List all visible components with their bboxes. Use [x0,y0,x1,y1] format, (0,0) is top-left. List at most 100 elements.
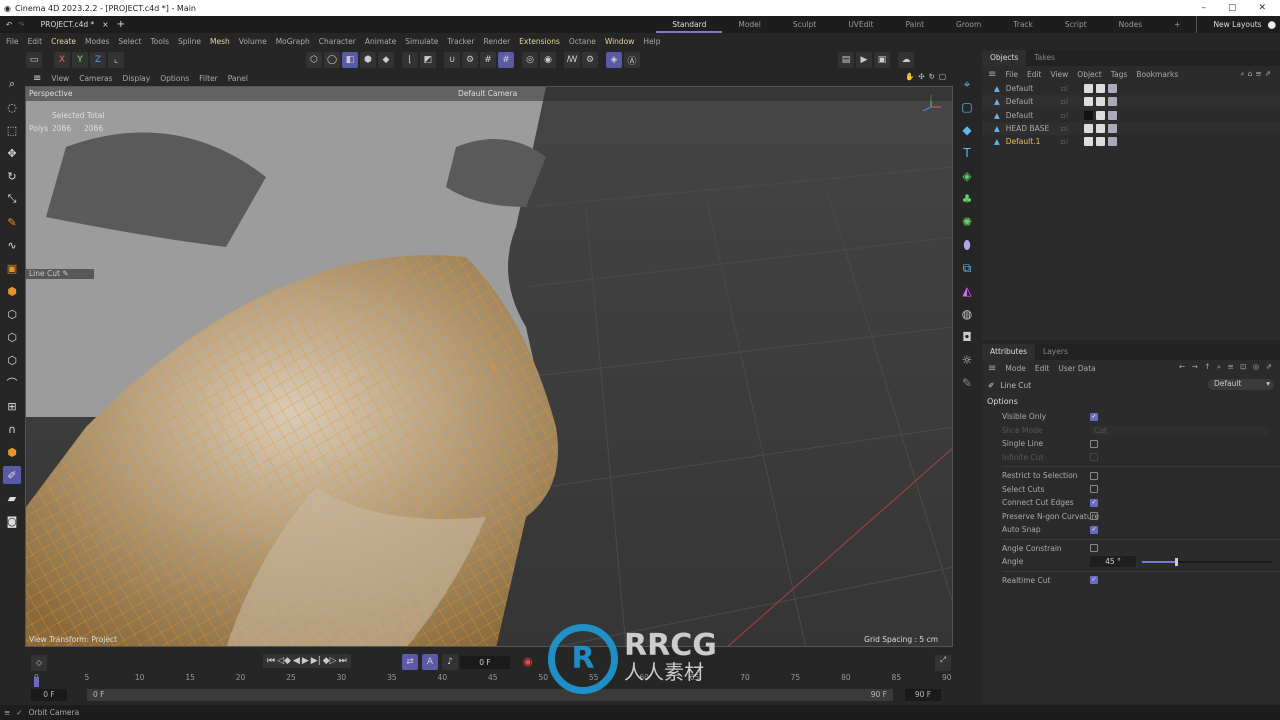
visibility-toggle[interactable]: ▫⁝ [1061,97,1068,106]
keyframe-icon[interactable]: ◇ [31,655,47,671]
objects-menu-view[interactable]: View [1050,70,1068,79]
spline-pen-icon[interactable]: ▢ [958,98,976,116]
tab-takes[interactable]: Takes [1026,50,1063,66]
uv-mode-icon[interactable]: ◆ [378,52,394,68]
light-icon[interactable]: ☼ [958,351,976,369]
next-frame-icon[interactable]: ▶| [311,656,321,666]
coordinate-system-button[interactable]: ⌞ [108,52,124,68]
menu-octane[interactable]: Octane [569,37,596,46]
connect-cut-edges-checkbox[interactable]: ✓ [1090,498,1098,507]
phong-tag-icon[interactable] [1108,84,1117,94]
menu-select[interactable]: Select [118,37,141,46]
close-button[interactable]: ✕ [1258,3,1266,13]
iron-icon[interactable]: ▰ [3,489,21,507]
layout-tab-uvedit[interactable]: UVEdit [832,16,889,33]
soft-selection-icon[interactable]: ◎ [522,52,538,68]
search-icon[interactable]: ⌕ [3,75,21,93]
volume-icon[interactable]: ♪ [442,654,458,670]
pen-tool-icon[interactable]: ✎ [958,374,976,392]
menu-file[interactable]: File [6,37,19,46]
menu-extensions[interactable]: Extensions [519,37,560,46]
object-row[interactable]: ▲ Default ▫⁝ [982,109,1280,122]
texture-mode-icon[interactable]: ◩ [420,52,436,68]
object-row[interactable]: ▲ HEAD BASE ▫⁝ [982,121,1280,136]
axis-x-button[interactable]: X [54,52,70,68]
camera-name[interactable]: Default Camera [458,89,517,98]
menu-create[interactable]: Create [51,37,76,46]
timeline-ruler[interactable]: 051015202530354045505560657075808590 [34,673,952,687]
menu-render[interactable]: Render [483,37,510,46]
object-row[interactable]: ▲ Default ▫⁝ [982,82,1280,95]
hamburger-icon[interactable]: ≡ [33,73,41,84]
phong-tag-icon[interactable] [1108,137,1117,147]
tool-hud[interactable]: Line Cut ✎ [26,269,94,279]
material-tag-icon[interactable] [1084,124,1093,134]
objects-menu-file[interactable]: File [1005,70,1018,79]
pan-icon[interactable]: ✋ [905,72,914,81]
layout-tab-script[interactable]: Script [1049,16,1103,33]
hamburger-icon[interactable]: ≡ [988,69,996,80]
tweak-icon[interactable]: ◉ [540,52,556,68]
add-tab-button[interactable]: + [117,19,125,30]
hamburger-icon[interactable]: ≡ [988,363,996,374]
go-to-start-icon[interactable]: ⏮ [267,656,275,666]
start-frame-field[interactable]: 0 F [31,689,67,701]
redo-icon[interactable]: ↷ [18,20,32,29]
layout-tab-paint[interactable]: Paint [889,16,940,33]
mograph-icon[interactable]: ◭ [958,282,976,300]
axis-z-button[interactable]: Z [90,52,106,68]
layout-tab-standard[interactable]: Standard [656,16,723,33]
phong-tag-icon[interactable] [1108,97,1117,107]
new-layouts-button[interactable]: New Layouts [1196,16,1267,33]
menu-simulate[interactable]: Simulate [405,37,438,46]
fcurve-icon[interactable]: ⤢ [935,655,951,671]
null-object-icon[interactable]: ⌖ [958,75,976,93]
preset-dropdown[interactable]: Default ▾ [1208,379,1274,390]
preserve-n-gon-curvature-checkbox[interactable] [1090,512,1098,521]
range-slider[interactable]: 0 F 90 F [87,689,893,701]
angle-field[interactable]: 45 ° [1090,556,1136,568]
prev-frame-icon[interactable]: ◀ [293,656,300,666]
cube-primitive-icon[interactable]: ◆ [958,121,976,139]
realtime-cut-checkbox[interactable]: ✓ [1090,576,1098,585]
axis-y-button[interactable]: Y [72,52,88,68]
orbit-icon[interactable]: ↻ [929,72,935,81]
camera-icon[interactable]: ◙ [3,512,21,530]
play-icon[interactable]: ▶ [302,656,309,666]
menu-animate[interactable]: Animate [365,37,396,46]
menu-modes[interactable]: Modes [85,37,109,46]
menu-window[interactable]: Window [605,37,635,46]
menu-edit[interactable]: Edit [28,37,43,46]
material-tag-icon[interactable] [1084,137,1093,147]
menu-spline[interactable]: Spline [178,37,201,46]
single-line-checkbox[interactable] [1090,439,1098,448]
generator-icon[interactable]: ⬢ [3,282,21,300]
objects-menu-edit[interactable]: Edit [1027,70,1042,79]
material-tag-icon[interactable] [1084,84,1093,94]
menu-mesh[interactable]: Mesh [210,37,230,46]
next-key-icon[interactable]: ◆▷ [323,656,337,666]
loop-icon[interactable]: ⌒ [3,374,21,392]
undo-icon[interactable]: ↶ [0,20,18,29]
move-icon[interactable]: ✥ [3,144,21,162]
tab-objects[interactable]: Objects [982,50,1027,66]
rect-selection-icon[interactable]: ⬚ [3,121,21,139]
cloner-icon[interactable]: ♣ [958,190,976,208]
points-mode-icon[interactable]: ◯ [324,52,340,68]
octane-render-icon[interactable]: ☁ [898,52,914,68]
angle-slider[interactable] [1142,558,1272,566]
render-region-icon[interactable]: ▤ [838,52,854,68]
snap-icon[interactable]: ∪ [444,52,460,68]
attributes-nav-icons[interactable]: ← → ↑ ⌕ ≡ ⊡ ◎ ⇗ [1179,362,1274,372]
visible-only-checkbox[interactable]: ✓ [1090,412,1098,421]
object-row[interactable]: ▲ Default.1 ▫⁝ [982,135,1280,148]
menu-tracker[interactable]: Tracker [447,37,474,46]
minimize-button[interactable]: – [1201,3,1206,13]
polygons-mode-icon[interactable]: ⬢ [360,52,376,68]
select-cuts-checkbox[interactable] [1090,485,1098,494]
rotate-icon[interactable]: ↻ [3,167,21,185]
angle-constrain-checkbox[interactable] [1090,544,1098,553]
symmetry-icon[interactable]: ꟿ [564,52,580,68]
phong-tag-icon[interactable] [1108,110,1117,120]
layout-tab-groom[interactable]: Groom [940,16,997,33]
